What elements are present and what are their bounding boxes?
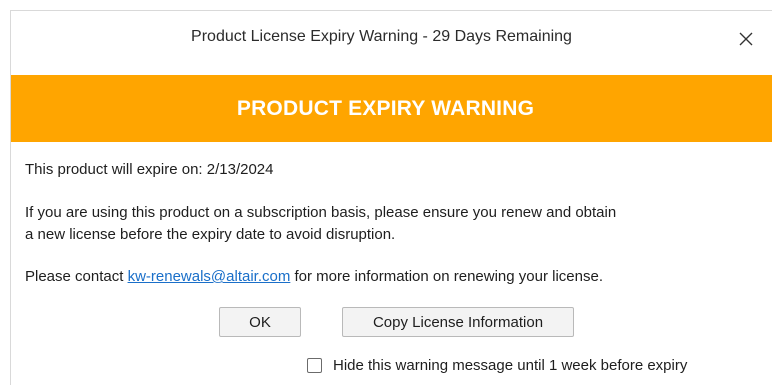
subscription-notice: If you are using this product on a subsc… [25, 202, 755, 246]
subscription-line-2: a new license before the expiry date to … [25, 226, 396, 243]
subscription-line-1: If you are using this product on a subsc… [25, 204, 617, 221]
window-title: Product License Expiry Warning - 29 Days… [191, 28, 572, 45]
title-bar: Product License Expiry Warning - 29 Days… [11, 11, 772, 73]
contact-suffix: for more information on renewing your li… [290, 268, 604, 285]
expiry-warning-banner: PRODUCT EXPIRY WARNING [11, 75, 772, 142]
copy-license-button[interactable]: Copy License Information [342, 307, 574, 337]
hide-warning-option[interactable]: Hide this warning message until 1 week b… [307, 357, 687, 374]
close-button[interactable] [728, 21, 764, 57]
hide-warning-label: Hide this warning message until 1 week b… [333, 357, 688, 374]
hide-warning-checkbox[interactable] [307, 358, 322, 373]
expiry-date: 2/13/2024 [206, 161, 274, 178]
close-icon [739, 32, 753, 46]
expiry-prefix: This product will expire on: [25, 161, 207, 178]
ok-button[interactable]: OK [219, 307, 301, 337]
banner-title: PRODUCT EXPIRY WARNING [236, 96, 535, 120]
renewals-email-link[interactable]: kw-renewals@altair.com [128, 268, 291, 285]
contact-prefix: Please contact [25, 268, 128, 285]
contact-line: Please contact kw-renewals@altair.com fo… [25, 266, 755, 288]
license-expiry-dialog: Product License Expiry Warning - 29 Days… [10, 10, 772, 385]
expiry-date-line: This product will expire on: 2/13/2024 [25, 159, 755, 181]
